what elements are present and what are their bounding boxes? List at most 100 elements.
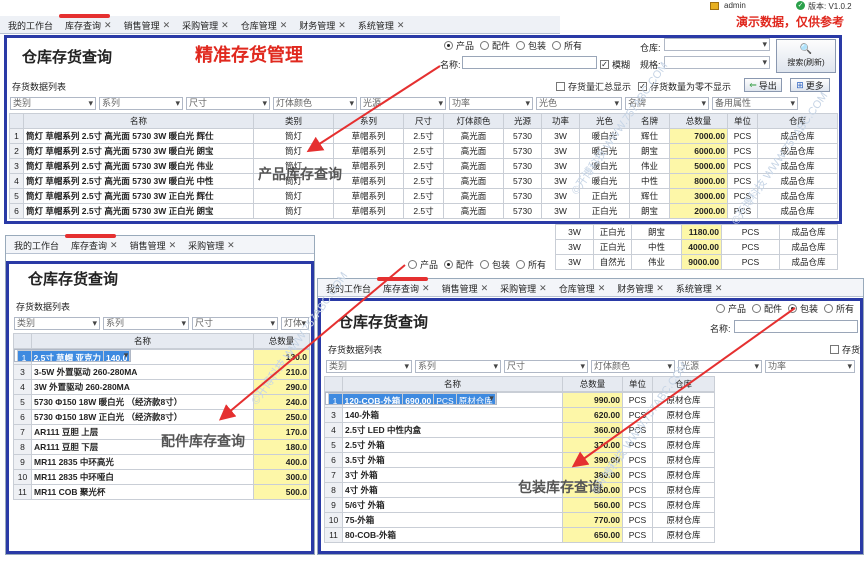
table-row[interactable]: 5 2.5寸 外箱 370.00 PCS 原材仓库 [324,437,715,453]
close-icon[interactable]: ✕ [481,283,489,294]
close-icon[interactable]: ✕ [163,20,171,31]
filter-light-source[interactable]: 光源 [360,97,446,110]
radio-parts[interactable]: 配件 [752,302,782,315]
tab-system[interactable]: 系统管理 ✕ [350,17,409,33]
radio-parts[interactable]: 配件 [480,39,510,52]
table-row[interactable]: 10 MR11 2835 中环哑白 300.0 [13,469,310,485]
header-cell[interactable]: 类别 [253,113,334,129]
hide-zero-checkbox[interactable]: ✓ 存货数量为零不显示 [638,80,731,93]
table-row[interactable]: 6 3.5寸 外箱 390.00 PCS 原材仓库 [324,452,715,468]
table-row[interactable]: 4 筒灯 草帽系列 2.5寸 高光面 5730 3W 暖白光 中性 筒灯 草帽系列 2.… [9,173,838,189]
check-icon[interactable]: ✓ [638,82,647,91]
filter-extra[interactable]: 备用属性 [712,97,798,110]
filter-light-source[interactable]: 光源 [678,360,762,373]
radio-dot[interactable] [480,260,490,269]
table-row[interactable]: 2 筒灯 草帽系列 2.5寸 高光面 5730 3W 暖白光 朗宝 筒灯 草帽系列 2.… [9,143,838,159]
tab-sales[interactable]: 销售管理 ✕ [122,237,181,253]
tab-purchase[interactable]: 采购管理 ✕ [180,237,239,253]
table-row[interactable]: 3W 正白光 朗宝 1180.00 PCS 成品仓库 [555,224,838,240]
filter-size[interactable]: 尺寸 [504,360,588,373]
header-cell[interactable]: 功率 [541,113,580,129]
header-cell[interactable]: 系列 [333,113,404,129]
radio-pack[interactable]: 包装 [480,258,510,271]
name-input[interactable] [462,56,597,69]
table-row[interactable]: 3 3-5W 外置驱动 260-280MA 210.0 [13,364,310,380]
filter-body-color[interactable]: 灯体 [281,317,309,330]
close-icon[interactable]: ✕ [338,20,346,31]
table-row[interactable]: 1 筒灯 草帽系列 2.5寸 高光面 5730 3W 暖白光 辉仕 筒灯 草帽系列 2.… [9,128,838,144]
tab-warehouse[interactable]: 仓库管理 ✕ [551,280,610,296]
spec-select[interactable] [664,56,770,69]
header-cell[interactable]: 总数量 [669,113,728,129]
tab-finance[interactable]: 财务管理 ✕ [609,280,668,296]
radio-all[interactable]: 所有 [824,302,854,315]
filter-brand[interactable]: 名牌 [625,97,709,110]
tab-sales[interactable]: 销售管理 ✕ [116,17,175,33]
search-button[interactable]: 🔍 搜索(刷新) [776,39,836,73]
radio-product[interactable]: 产品 [408,258,438,271]
tab-inventory[interactable]: 库存查询 ✕ [375,277,434,296]
table-row[interactable]: 5 5730 Φ150 18W 暖白光 （经济款8寸） 240.0 [13,394,310,410]
tab-warehouse[interactable]: 仓库管理 ✕ [233,17,292,33]
table-row[interactable]: 1 120-COB-外箱 690.00 PCS 原材仓库 [324,392,497,405]
filter-category[interactable]: 类别 [10,97,96,110]
table-row[interactable]: 3W 自然光 伟业 9000.00 PCS 成品仓库 [555,254,838,270]
header-cell[interactable]: 名称 [342,376,563,392]
radio-dot[interactable] [552,41,562,50]
header-cell[interactable]: 单位 [727,113,758,129]
header-cell[interactable]: 总数量 [253,333,310,349]
close-icon[interactable]: ✕ [104,20,112,31]
filter-size[interactable]: 尺寸 [186,97,270,110]
summary-checkbox[interactable]: 存货量汇总显示 [556,80,631,93]
close-icon[interactable]: ✕ [110,240,118,251]
header-cell[interactable]: 总数量 [562,376,623,392]
more-button[interactable]: ⊞ 更多 [790,78,830,92]
table-row[interactable]: 10 75-外箱 770.00 PCS 原材仓库 [324,512,715,528]
header-cell[interactable]: 光源 [503,113,542,129]
header-cell[interactable]: 仓库 [652,376,715,392]
radio-parts[interactable]: 配件 [444,258,474,271]
close-icon[interactable]: ✕ [422,283,430,294]
radio-dot[interactable] [480,41,490,50]
check-icon[interactable]: ✓ [600,60,609,69]
radio-pack[interactable]: 包装 [788,302,818,315]
close-icon[interactable]: ✕ [169,240,177,251]
header-cell[interactable]: 名牌 [629,113,670,129]
header-cell[interactable]: 灯体颜色 [443,113,504,129]
tab-purchase[interactable]: 采购管理 ✕ [492,280,551,296]
header-cell[interactable]: 名称 [23,113,254,129]
close-icon[interactable]: ✕ [280,20,288,31]
radio-dot[interactable] [716,304,725,313]
filter-series[interactable]: 系列 [415,360,501,373]
filter-series[interactable]: 系列 [103,317,189,330]
radio-dot[interactable] [516,41,526,50]
table-row[interactable]: 6 5730 Φ150 18W 正白光 （经济款8寸） 250.0 [13,409,310,425]
checkbox-box[interactable] [556,82,565,91]
radio-pack[interactable]: 包装 [516,39,546,52]
table-row[interactable]: 11 MR11 COB 聚光杯 500.0 [13,484,310,500]
radio-dot[interactable] [516,260,526,269]
tab-workbench[interactable]: 我的工作台 [318,280,375,296]
table-row[interactable]: 4 3W 外置驱动 260-280MA 290.0 [13,379,310,395]
header-cell[interactable]: 光色 [579,113,630,129]
radio-product[interactable]: 产品 [716,302,746,315]
close-icon[interactable]: ✕ [715,283,723,294]
fuzzy-checkbox[interactable]: ✓ 模糊 [600,58,630,71]
summary-checkbox[interactable]: 存货 [830,343,860,356]
header-cell[interactable]: 单位 [622,376,653,392]
tab-workbench[interactable]: 我的工作台 [6,237,63,253]
radio-dot[interactable] [752,304,762,313]
radio-dot[interactable] [444,41,453,50]
tab-inventory[interactable]: 库存查询 ✕ [63,234,122,253]
tab-finance[interactable]: 财务管理 ✕ [291,17,350,33]
table-row[interactable]: 6 筒灯 草帽系列 2.5寸 高光面 5730 3W 正白光 朗宝 筒灯 草帽系列 2.… [9,203,838,219]
radio-product[interactable]: 产品 [444,39,474,52]
radio-dot[interactable] [444,260,454,269]
table-row[interactable]: 3 140-外箱 620.00 PCS 原材仓库 [324,407,715,423]
table-row[interactable]: 4 2.5寸 LED 中性内盒 360.00 PCS 原材仓库 [324,422,715,438]
filter-category[interactable]: 类别 [326,360,412,373]
filter-body-color[interactable]: 灯体颜色 [273,97,357,110]
close-icon[interactable]: ✕ [539,283,547,294]
tab-workbench[interactable]: 我的工作台 [0,17,57,33]
table-row[interactable]: 3 筒灯 草帽系列 2.5寸 高光面 5730 3W 暖白光 伟业 筒灯 草帽系列 2.… [9,158,838,174]
